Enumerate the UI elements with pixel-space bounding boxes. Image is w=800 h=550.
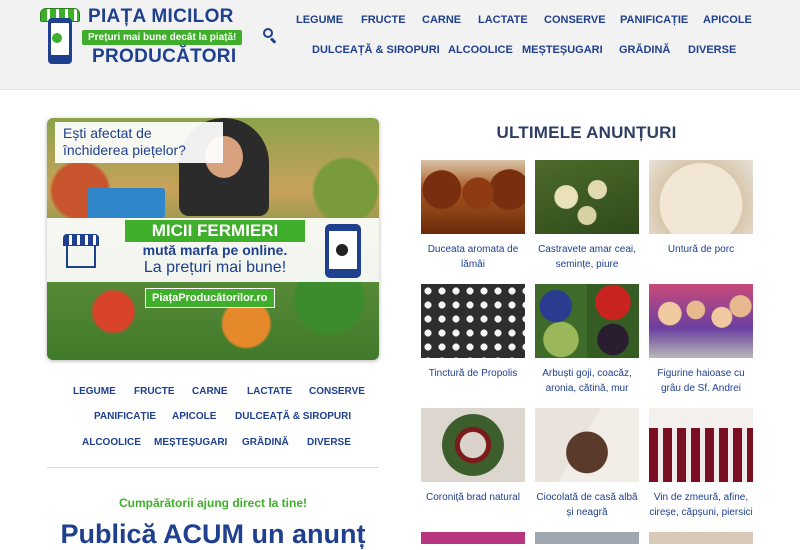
listing-image[interactable] (535, 284, 639, 358)
listing-caption[interactable]: Untură de porc (649, 242, 753, 257)
listing-card[interactable]: Arbuști goji, coacăz, aronia, cătină, mu… (535, 284, 639, 396)
category-apicole[interactable]: APICOLE (172, 411, 216, 422)
site-logo[interactable]: PIAȚA MICILOR Prețuri mai bune decât la … (40, 4, 250, 67)
listing-caption[interactable]: Duceata aromata de lămâi (421, 242, 525, 272)
logo-title-line1: PIAȚA MICILOR (88, 6, 234, 27)
listing-image[interactable] (421, 532, 525, 544)
market-stall-icon (63, 226, 99, 270)
category-carne[interactable]: CARNE (192, 386, 228, 397)
promo-banner[interactable]: Ești afectat de închiderea piețelor? MIC… (47, 118, 379, 360)
apple-icon (52, 33, 62, 43)
listing-card[interactable]: Castravete amar ceai, semințe, piure (535, 160, 639, 272)
site-header: PIAȚA MICILOR Prețuri mai bune decât la … (0, 0, 800, 90)
listing-image[interactable] (535, 160, 639, 234)
listing-image[interactable] (421, 408, 525, 482)
listing-caption[interactable]: Figurine haioase cu grâu de Sf. Andrei (649, 366, 753, 396)
category-legume[interactable]: LEGUME (73, 386, 116, 397)
listing-card[interactable]: Duceata aromata de lămâi (421, 160, 525, 272)
nav-item-mestesugari[interactable]: MEȘTEȘUGARI (522, 44, 603, 56)
search-icon[interactable] (263, 28, 277, 44)
category-diverse[interactable]: DIVERSE (307, 437, 351, 448)
nav-item-alcoolice[interactable]: ALCOOLICE (448, 44, 513, 56)
listing-image[interactable] (649, 408, 753, 482)
phone-icon (325, 224, 361, 278)
listing-image[interactable] (535, 532, 639, 544)
listing-caption[interactable]: Arbuști goji, coacăz, aronia, cătină, mu… (535, 366, 639, 396)
apple-icon (336, 244, 348, 256)
logo-tagline: Prețuri mai bune decât la piață! (82, 30, 243, 45)
nav-item-dulceata[interactable]: DULCEAȚĂ & SIROPURI (312, 44, 440, 56)
listing-card[interactable]: Tinctură de Propolis (421, 284, 525, 381)
listing-image[interactable] (421, 160, 525, 234)
listing-caption[interactable]: Vin de zmeură, afine, cireșe, căpșuni, p… (649, 490, 753, 520)
listing-caption[interactable]: Ciocolată de casă albă și neagră (535, 490, 639, 520)
nav-item-lactate[interactable]: LACTATE (478, 14, 528, 26)
category-gradina[interactable]: GRĂDINĂ (242, 437, 289, 448)
nav-item-diverse[interactable]: DIVERSE (688, 44, 736, 56)
logo-title-line2: PRODUCĂTORI (92, 46, 237, 67)
publish-ad-heading[interactable]: Publică ACUM un anunț (47, 519, 379, 550)
listing-image[interactable] (421, 284, 525, 358)
category-panificatie[interactable]: PANIFICAȚIE (94, 411, 156, 422)
category-alcoolice[interactable]: ALCOOLICE (82, 437, 141, 448)
nav-item-gradina[interactable]: GRĂDINĂ (619, 44, 670, 56)
category-fructe[interactable]: FRUCTE (134, 386, 175, 397)
listing-image[interactable] (649, 160, 753, 234)
category-mestesugari[interactable]: MEȘTEȘUGARI (154, 437, 227, 448)
listing-card[interactable]: Vin de zmeură, afine, cireșe, căpșuni, p… (649, 408, 753, 520)
banner-brand: MICII FERMIERI (125, 220, 305, 242)
nav-item-legume[interactable]: LEGUME (296, 14, 343, 26)
category-dulceata[interactable]: DULCEAȚĂ & SIROPURI (235, 411, 351, 422)
banner-question: Ești afectat de închiderea piețelor? (55, 122, 223, 163)
category-lactate[interactable]: LACTATE (247, 386, 292, 397)
listing-card[interactable]: Ciocolată de casă albă și neagră (535, 408, 639, 520)
listing-card[interactable]: Coroniță brad natural (421, 408, 525, 505)
divider (47, 467, 379, 468)
phone-icon (48, 18, 72, 64)
nav-item-conserve[interactable]: CONSERVE (544, 14, 606, 26)
listing-card[interactable]: Figurine haioase cu grâu de Sf. Andrei (649, 284, 753, 396)
listing-card[interactable]: Untură de porc (649, 160, 753, 257)
listing-image[interactable] (535, 408, 639, 482)
category-conserve[interactable]: CONSERVE (309, 386, 365, 397)
nav-item-carne[interactable]: CARNE (422, 14, 461, 26)
banner-line2: mută marfa pe online. (142, 242, 288, 258)
banner-url: PiațaProducătorilor.ro (145, 288, 275, 308)
produce-crate (87, 188, 165, 218)
promo-text: Cumpărătorii ajung direct la tine! (118, 496, 308, 510)
listing-caption[interactable]: Tinctură de Propolis (421, 366, 525, 381)
banner-line3: La prețuri mai bune! (143, 259, 287, 276)
listing-image[interactable] (649, 284, 753, 358)
latest-listings-title: ULTIMELE ANUNȚURI (496, 123, 677, 142)
nav-item-panificatie[interactable]: PANIFICAȚIE (620, 14, 688, 26)
listing-caption[interactable]: Coroniță brad natural (421, 490, 525, 505)
listing-image[interactable] (649, 532, 753, 544)
nav-item-apicole[interactable]: APICOLE (703, 14, 752, 26)
listing-caption[interactable]: Castravete amar ceai, semințe, piure (535, 242, 639, 272)
nav-item-fructe[interactable]: FRUCTE (361, 14, 406, 26)
